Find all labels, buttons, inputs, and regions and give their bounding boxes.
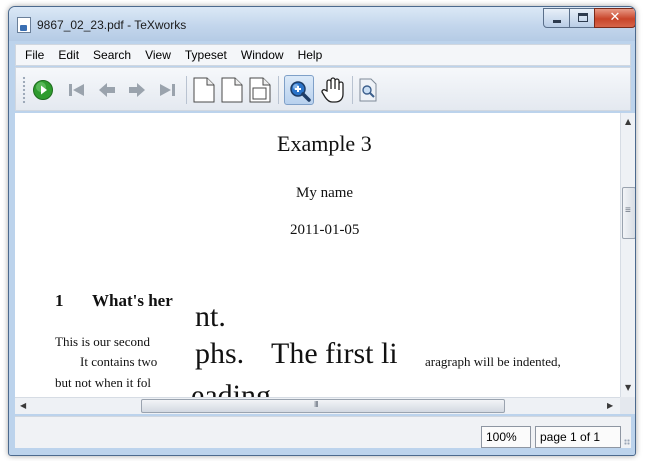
- vertical-scroll-thumb[interactable]: [622, 187, 635, 239]
- menu-file[interactable]: File: [18, 48, 51, 62]
- find-icon[interactable]: [358, 78, 378, 102]
- section-number: 1: [55, 291, 64, 310]
- scroll-hand-icon[interactable]: [320, 76, 346, 104]
- zoom-level[interactable]: 100%: [481, 426, 531, 448]
- toolbar-separator: [352, 76, 353, 104]
- status-bar: 100% page 1 of 1: [15, 416, 631, 448]
- paragraph-line: It contains two: [80, 354, 158, 369]
- paragraph-line: This is our second: [55, 334, 150, 349]
- menu-typeset[interactable]: Typeset: [178, 48, 234, 62]
- menu-search[interactable]: Search: [86, 48, 138, 62]
- scroll-up-arrow-icon[interactable]: ▲: [625, 117, 631, 126]
- close-icon: ✕: [609, 10, 621, 25]
- horizontal-scroll-thumb[interactable]: [141, 399, 505, 413]
- pdf-viewer[interactable]: Example 3 My name 2011-01-05 1 What's he…: [15, 113, 620, 397]
- fit-width-icon[interactable]: [220, 77, 244, 103]
- magnify-button[interactable]: [284, 75, 314, 105]
- vertical-scrollbar[interactable]: ▲ ▼: [620, 113, 635, 397]
- paragraph-line: aragraph will be indented,: [425, 354, 561, 369]
- maximize-icon: [578, 13, 588, 22]
- toolbar-separator: [186, 76, 187, 104]
- document-date: 2011-01-05: [290, 222, 360, 238]
- document-title: Example 3: [277, 131, 372, 156]
- texworks-window: 9867_02_23.pdf - TeXworks ✕ File Edit Se…: [8, 6, 636, 456]
- menu-window[interactable]: Window: [234, 48, 291, 62]
- first-page-icon[interactable]: [66, 79, 88, 101]
- resize-grip-icon[interactable]: [624, 439, 630, 445]
- maximize-button[interactable]: [569, 8, 595, 28]
- previous-page-icon[interactable]: [96, 79, 118, 101]
- toolbar: [15, 67, 631, 111]
- next-page-icon[interactable]: [126, 79, 148, 101]
- section-title: What's her: [92, 291, 173, 310]
- minimize-button[interactable]: [543, 8, 570, 28]
- menu-view[interactable]: View: [138, 48, 178, 62]
- typeset-play-icon[interactable]: [32, 79, 54, 101]
- title-bar: 9867_02_23.pdf - TeXworks ✕: [9, 7, 635, 41]
- paragraph-line: but not when it fol: [55, 375, 152, 390]
- pdf-document-icon: [17, 17, 31, 33]
- magnifier-text: eading.: [191, 379, 279, 397]
- scroll-down-arrow-icon[interactable]: ▼: [625, 383, 631, 392]
- actual-size-icon[interactable]: [192, 77, 216, 103]
- magnify-icon: [290, 81, 311, 102]
- horizontal-scrollbar[interactable]: ◀ ▶: [15, 397, 620, 414]
- close-button[interactable]: ✕: [594, 8, 635, 28]
- last-page-icon[interactable]: [156, 79, 178, 101]
- toolbar-separator: [278, 76, 279, 104]
- menu-bar: File Edit Search View Typeset Window Hel…: [15, 44, 631, 66]
- toolbar-grip[interactable]: [22, 76, 26, 104]
- scrollbar-corner: [620, 397, 635, 414]
- magnifier-text: The first li: [271, 337, 398, 370]
- window-title: 9867_02_23.pdf - TeXworks: [37, 18, 187, 32]
- fit-window-icon[interactable]: [248, 77, 272, 103]
- magnifier-text: phs.: [195, 337, 245, 370]
- magnifier-text: nt.: [195, 300, 226, 333]
- minimize-icon: [553, 20, 561, 23]
- scroll-left-arrow-icon[interactable]: ◀: [20, 401, 26, 410]
- document-author: My name: [296, 185, 354, 201]
- page-indicator[interactable]: page 1 of 1: [535, 426, 621, 448]
- menu-edit[interactable]: Edit: [51, 48, 86, 62]
- scroll-right-arrow-icon[interactable]: ▶: [607, 401, 613, 410]
- menu-help[interactable]: Help: [291, 48, 330, 62]
